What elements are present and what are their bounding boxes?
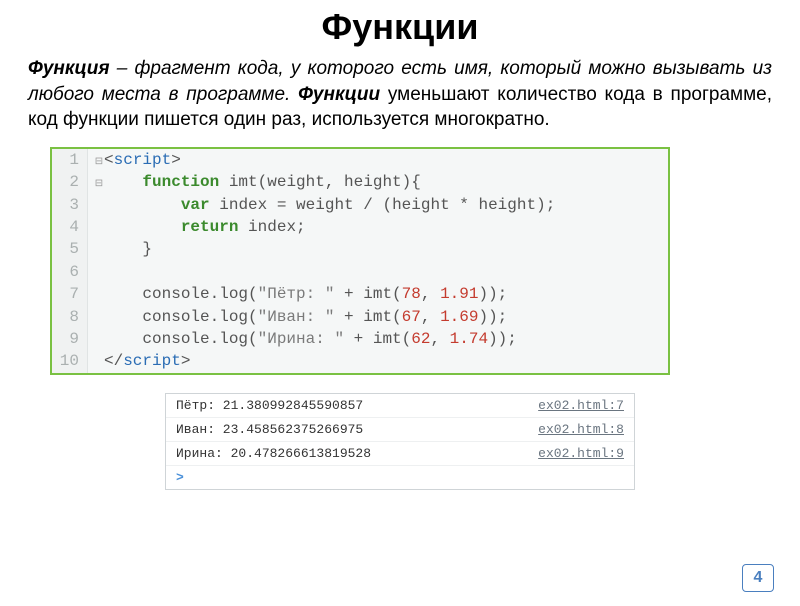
- console-source-link[interactable]: ex02.html:8: [538, 422, 624, 437]
- code-line: 8 console.log("Иван: " + imt(67, 1.69));: [52, 306, 668, 328]
- console-source-link[interactable]: ex02.html:7: [538, 398, 624, 413]
- code-line: 7 console.log("Пётр: " + imt(78, 1.91));: [52, 283, 668, 305]
- code-line: 1⊟<script>: [52, 149, 668, 171]
- line-number: 9: [52, 328, 88, 350]
- code-line: 2⊟ function imt(weight, height){: [52, 171, 668, 193]
- console-text: Ирина: 20.478266613819528: [176, 446, 371, 461]
- term: Функция: [28, 58, 110, 79]
- line-number: 1: [52, 149, 88, 171]
- console-text: Пётр: 21.380992845590857: [176, 398, 363, 413]
- code-content: [88, 261, 668, 283]
- code-line: 6: [52, 261, 668, 283]
- code-line: 10</script>: [52, 350, 668, 372]
- line-number: 4: [52, 216, 88, 238]
- console-prompt[interactable]: >: [166, 466, 634, 489]
- code-content: </script>: [88, 350, 668, 372]
- line-number: 2: [52, 171, 88, 193]
- code-editor: 1⊟<script>2⊟ function imt(weight, height…: [50, 147, 670, 375]
- page-title: Функции: [0, 6, 800, 48]
- fold-icon: ⊟: [94, 178, 104, 192]
- console-row: Ирина: 20.478266613819528 ex02.html:9: [166, 442, 634, 466]
- code-line: 5 }: [52, 238, 668, 260]
- line-number: 3: [52, 194, 88, 216]
- code-content: console.log("Ирина: " + imt(62, 1.74));: [88, 328, 668, 350]
- console-row: Пётр: 21.380992845590857 ex02.html:7: [166, 394, 634, 418]
- console-text: Иван: 23.458562375266975: [176, 422, 363, 437]
- fold-icon: ⊟: [94, 156, 104, 170]
- line-number: 7: [52, 283, 88, 305]
- code-content: ⊟<script>: [88, 149, 668, 171]
- code-content: console.log("Пётр: " + imt(78, 1.91));: [88, 283, 668, 305]
- line-number: 5: [52, 238, 88, 260]
- emph-word: Функции: [298, 84, 380, 105]
- line-number: 6: [52, 261, 88, 283]
- page-number-badge: 4: [742, 564, 774, 592]
- code-content: return index;: [88, 216, 668, 238]
- code-content: ⊟ function imt(weight, height){: [88, 171, 668, 193]
- code-content: }: [88, 238, 668, 260]
- code-line: 3 var index = weight / (height * height)…: [52, 194, 668, 216]
- line-number: 10: [52, 350, 88, 372]
- code-line: 4 return index;: [52, 216, 668, 238]
- definition-paragraph: Функция – фрагмент кода, у которого есть…: [0, 56, 800, 133]
- code-line: 9 console.log("Ирина: " + imt(62, 1.74))…: [52, 328, 668, 350]
- line-number: 8: [52, 306, 88, 328]
- console-row: Иван: 23.458562375266975 ex02.html:8: [166, 418, 634, 442]
- code-content: var index = weight / (height * height);: [88, 194, 668, 216]
- code-content: console.log("Иван: " + imt(67, 1.69));: [88, 306, 668, 328]
- console-source-link[interactable]: ex02.html:9: [538, 446, 624, 461]
- console-output: Пётр: 21.380992845590857 ex02.html:7 Иван:…: [165, 393, 635, 490]
